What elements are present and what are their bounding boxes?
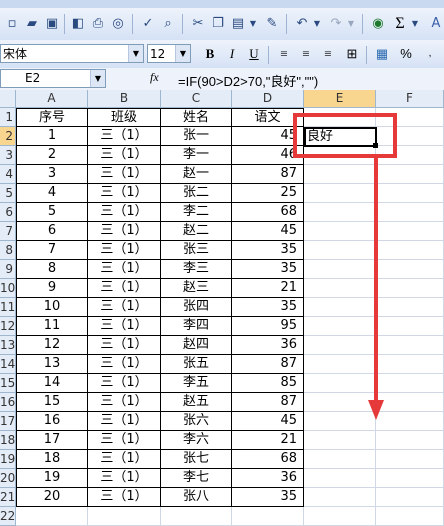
annotation-arrow xyxy=(368,158,384,420)
arrow-head xyxy=(368,400,384,420)
